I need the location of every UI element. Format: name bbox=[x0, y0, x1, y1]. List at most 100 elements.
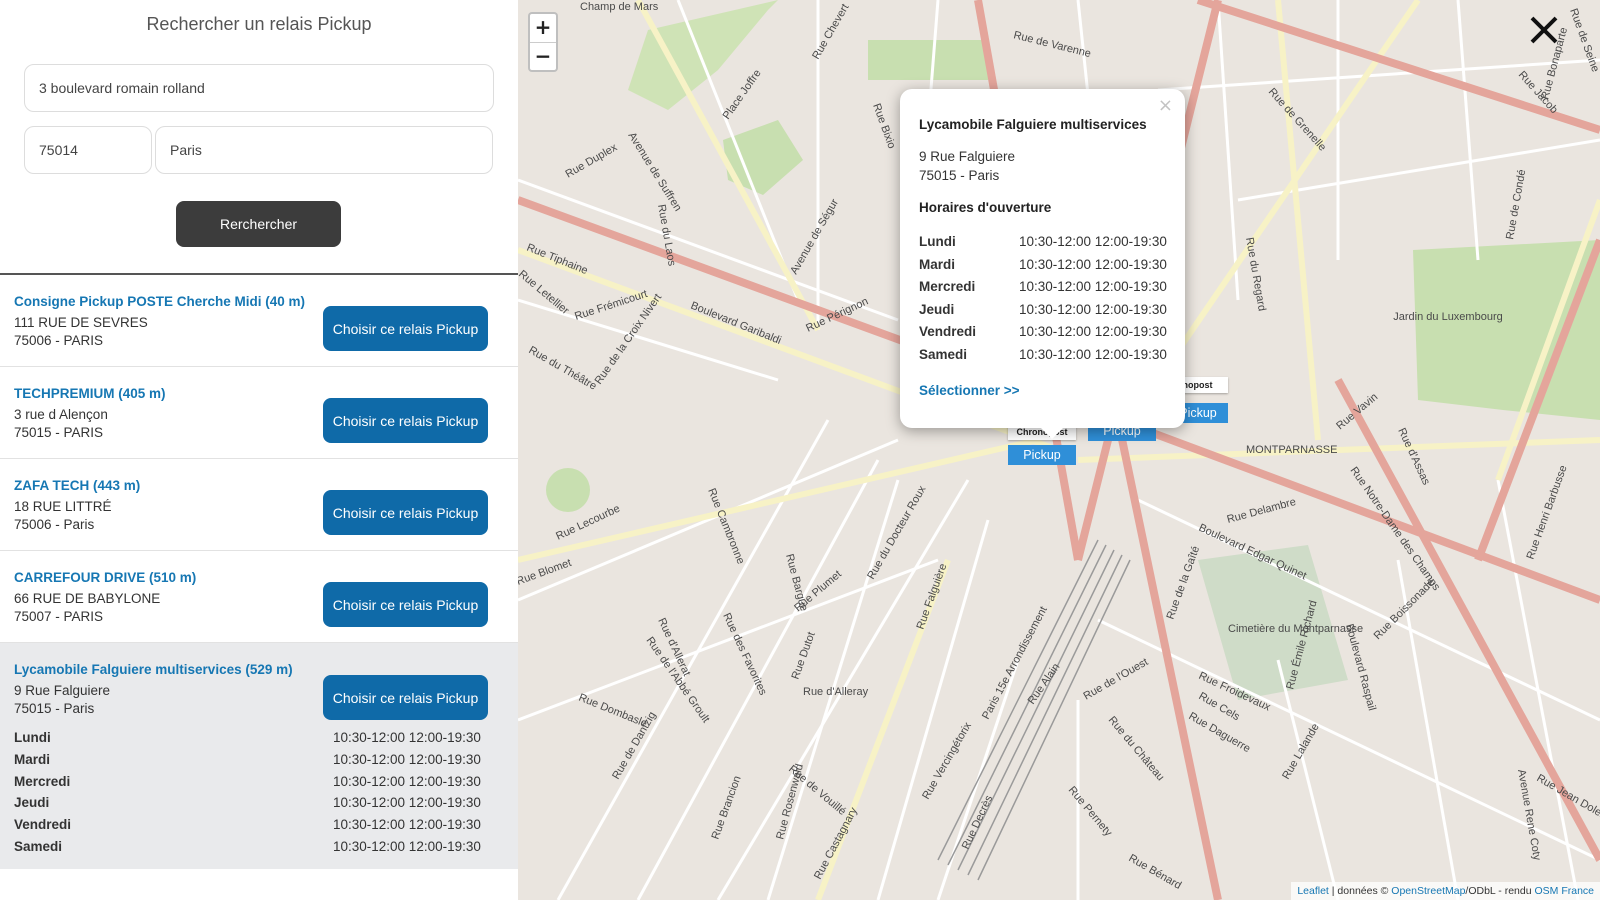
hours-time: 10:30-12:00 12:00-19:30 bbox=[1019, 301, 1167, 317]
street-label: Rue Bixio bbox=[870, 102, 897, 150]
app-root: Rechercher un relais Pickup Rerchercher … bbox=[0, 0, 1600, 900]
hours-row: Samedi 10:30-12:00 12:00-19:30 bbox=[14, 839, 484, 861]
results-list: Consigne Pickup POSTE Cherche Midi (40 m… bbox=[0, 275, 518, 869]
street-label: Rue de l'Ouest bbox=[1082, 656, 1151, 703]
street-label: Rue d'Alleray bbox=[803, 686, 869, 698]
result-city: 75015 - PARIS bbox=[14, 425, 104, 440]
street-label: Champ de Mars bbox=[580, 1, 659, 13]
popup-city: 75015 - Paris bbox=[919, 168, 1000, 183]
street-label: Rue de Condé bbox=[1504, 169, 1528, 241]
postcode-input[interactable] bbox=[24, 126, 152, 174]
street-label: Avenue de Suffren bbox=[625, 130, 683, 213]
park-label: Jardin du Luxembourg bbox=[1393, 311, 1502, 323]
park-luxembourg bbox=[1413, 240, 1600, 420]
result-city: 75006 - PARIS bbox=[14, 333, 104, 348]
street-label: Rue Henri Barbusse bbox=[1525, 464, 1570, 561]
result-address: 3 rue d Alençon bbox=[14, 407, 108, 422]
hours-time: 10:30-12:00 12:00-19:30 bbox=[333, 730, 481, 745]
city-input[interactable] bbox=[155, 126, 493, 174]
result-name[interactable]: ZAFA TECH (443 m) bbox=[14, 478, 140, 493]
street-label: Rue Boissonade bbox=[1372, 577, 1438, 643]
street-label: Cimetière du Montparnasse bbox=[1228, 623, 1363, 635]
choose-relay-button[interactable]: Choisir ce relais Pickup bbox=[323, 490, 488, 535]
street-label: Rue Falguière bbox=[915, 562, 950, 631]
street-label: Rue Dombasle bbox=[577, 692, 649, 730]
hours-row: Mercredi 10:30-12:00 12:00-19:30 bbox=[14, 774, 484, 796]
hours-day: Jeudi bbox=[14, 795, 50, 811]
address-input[interactable] bbox=[24, 64, 494, 112]
street-label: Rue du Regard bbox=[1243, 236, 1268, 312]
result-address: 111 RUE DE SEVRES bbox=[14, 315, 148, 330]
street-label: Rue Tiphaine bbox=[525, 242, 590, 277]
result-item[interactable]: CARREFOUR DRIVE (510 m) 66 RUE DE BABYLO… bbox=[0, 551, 518, 643]
street-label: Boulevard Raspail bbox=[1343, 623, 1378, 712]
pickup-marker-selected[interactable]: Pickup bbox=[1008, 445, 1076, 465]
street-label: Rue Blomet bbox=[518, 557, 573, 588]
choose-relay-button[interactable]: Choisir ce relais Pickup bbox=[323, 582, 488, 627]
zoom-out-button[interactable]: − bbox=[530, 43, 556, 71]
result-name[interactable]: Lycamobile Falguiere multiservices (529 … bbox=[14, 662, 293, 677]
street-label: Rue des Favorites bbox=[720, 611, 769, 697]
street-label: Place Joffre bbox=[721, 67, 764, 121]
hours-row: Vendredi 10:30-12:00 12:00-19:30 bbox=[919, 324, 1169, 347]
hours-row: Jeudi 10:30-12:00 12:00-19:30 bbox=[14, 795, 484, 817]
street-label: Rue Jean Dolent bbox=[1535, 772, 1600, 823]
district-label: MONTPARNASSE bbox=[1246, 444, 1337, 456]
street-label: Rue Brancion bbox=[710, 774, 744, 841]
result-item[interactable]: TECHPREMIUM (405 m) 3 rue d Alençon 7501… bbox=[0, 367, 518, 459]
result-address: 66 RUE DE BABYLONE bbox=[14, 591, 161, 606]
street-label: Rue Pernety bbox=[1066, 784, 1115, 839]
result-item-selected[interactable]: Lycamobile Falguiere multiservices (529 … bbox=[0, 643, 518, 869]
street-label: Rue Duplex bbox=[564, 141, 620, 180]
street-label: Rue Bargue bbox=[783, 553, 810, 613]
result-address: 9 Rue Falguiere bbox=[14, 683, 111, 698]
popup-relay-name: Lycamobile Falguiere multiservices bbox=[919, 117, 1147, 132]
choose-relay-button[interactable]: Choisir ce relais Pickup bbox=[323, 306, 488, 351]
leaflet-link[interactable]: Leaflet bbox=[1297, 885, 1329, 897]
choose-relay-button[interactable]: Choisir ce relais Pickup bbox=[323, 675, 488, 720]
result-item[interactable]: Consigne Pickup POSTE Cherche Midi (40 m… bbox=[0, 275, 518, 367]
attribution-text: /ODbL - rendu bbox=[1465, 885, 1535, 897]
close-icon[interactable] bbox=[1524, 10, 1564, 50]
street-label: Boulevard Garibaldi bbox=[689, 300, 783, 347]
street-label: Rue Chevert bbox=[810, 2, 851, 61]
relay-popup: × Lycamobile Falguiere multiservices 9 R… bbox=[900, 89, 1185, 428]
search-button[interactable]: Rerchercher bbox=[176, 201, 341, 247]
popup-hours-title: Horaires d'ouverture bbox=[919, 200, 1052, 215]
popup-select-link[interactable]: Sélectionner >> bbox=[919, 383, 1020, 398]
hours-day: Samedi bbox=[919, 346, 968, 362]
hours-time: 10:30-12:00 12:00-19:30 bbox=[333, 817, 481, 833]
street-label: Avenue de Ségur bbox=[788, 197, 841, 277]
street-label: Rue Vercingétorix bbox=[920, 720, 974, 802]
hours-day: Mercredi bbox=[919, 279, 976, 295]
street-label: Rue Delambre bbox=[1226, 496, 1298, 526]
result-city: 75007 - PARIS bbox=[14, 609, 104, 624]
park-area bbox=[628, 0, 778, 110]
hours-row: Mardi 10:30-12:00 12:00-19:30 bbox=[919, 257, 1169, 280]
hours-day: Samedi bbox=[14, 838, 63, 854]
hours-day: Vendredi bbox=[14, 817, 72, 833]
result-item[interactable]: ZAFA TECH (443 m) 18 RUE LITTRÉ 75006 - … bbox=[0, 459, 518, 551]
park-area bbox=[868, 40, 988, 80]
osm-link[interactable]: OpenStreetMap bbox=[1391, 885, 1465, 897]
hours-day: Mercredi bbox=[14, 773, 71, 789]
street-label: Rue Alain bbox=[1026, 661, 1063, 706]
popup-close-button[interactable]: × bbox=[1158, 95, 1173, 116]
result-name[interactable]: TECHPREMIUM (405 m) bbox=[14, 386, 166, 401]
result-name[interactable]: Consigne Pickup POSTE Cherche Midi (40 m… bbox=[14, 294, 305, 309]
street-label: Rue de Grenelle bbox=[1266, 86, 1329, 154]
hours-time: 10:30-12:00 12:00-19:30 bbox=[1019, 324, 1167, 340]
hours-row: Jeudi 10:30-12:00 12:00-19:30 bbox=[919, 302, 1169, 325]
hours-time: 10:30-12:00 12:00-19:30 bbox=[333, 751, 481, 767]
map-view[interactable]: Champ de Mars Rue Chevert Rue de Varenne… bbox=[518, 0, 1600, 900]
hours-day: Mardi bbox=[14, 751, 51, 767]
park-area bbox=[546, 468, 590, 512]
street-label: Rue Lalande bbox=[1280, 721, 1322, 781]
zoom-in-button[interactable]: + bbox=[530, 14, 556, 43]
osm-france-link[interactable]: OSM France bbox=[1534, 885, 1594, 897]
result-name[interactable]: CARREFOUR DRIVE (510 m) bbox=[14, 570, 196, 585]
street-label: Rue du Château bbox=[1106, 714, 1167, 783]
choose-relay-button[interactable]: Choisir ce relais Pickup bbox=[323, 398, 488, 443]
hours-time: 10:30-12:00 12:00-19:30 bbox=[1019, 346, 1167, 362]
result-city: 75015 - Paris bbox=[14, 701, 95, 716]
